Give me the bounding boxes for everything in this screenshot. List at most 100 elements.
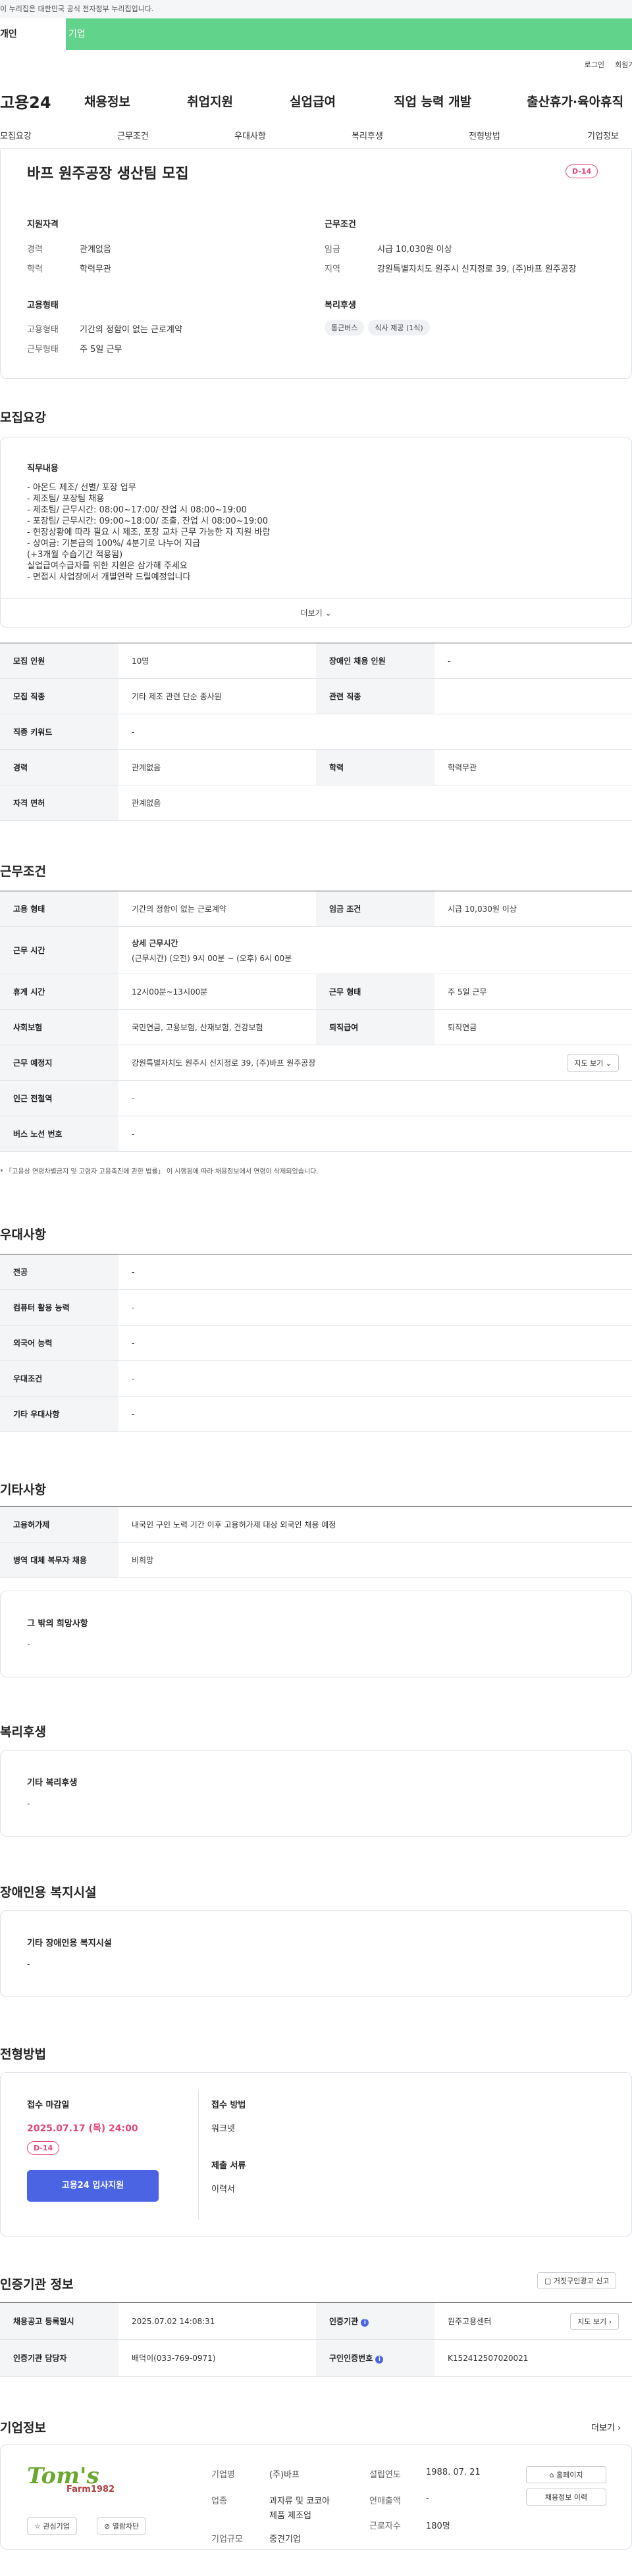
est-value: 1988. 07. 21 [426, 2467, 481, 2477]
report-button[interactable]: ▢ 거짓구인광고 신고 [537, 2272, 617, 2289]
join-link[interactable]: 회원가입 [615, 59, 632, 70]
workplace-value: 강원특별자치도 원주시 신지정로 39, (주)바프 원주공장 [132, 1058, 316, 1068]
subway-label: 인근 전철역 [0, 1080, 118, 1116]
employees-value: 180명 [426, 2521, 450, 2531]
docs-value: 이력서 [211, 2185, 235, 2194]
info-icon[interactable]: i [361, 2319, 369, 2327]
tab-business-label: 기업 [68, 29, 86, 39]
sales-label: 연매출액 [369, 2496, 401, 2506]
military-value: 비희망 [118, 1542, 632, 1578]
site-logo[interactable]: 고용24 [0, 89, 84, 112]
method-label: 접수 방법 [211, 2100, 246, 2110]
pref-other-label: 기타 우대사항 [0, 1396, 118, 1432]
history-button[interactable]: 채용정보 이력 [526, 2489, 606, 2506]
tab-personal[interactable]: 개인 [0, 18, 66, 50]
workform-label-2: 근무 형태 [316, 974, 434, 1010]
method-value: 워크넷 [211, 2124, 235, 2134]
dday-badge: D-14 [566, 164, 598, 178]
region-label: 지역 [325, 264, 340, 274]
employees-label: 근로자수 [369, 2521, 401, 2531]
more-button[interactable]: 더보기 ⌄ [1, 598, 631, 627]
block-view-label: 열람차단 [112, 2522, 140, 2531]
nav-employment-support[interactable]: 취업지원 [187, 92, 233, 110]
nav-parental-leave[interactable]: 출산휴가·육아휴직 [527, 92, 623, 110]
fav-company-button[interactable]: ☆ 관심기업 [27, 2517, 77, 2535]
homepage-button[interactable]: ⌂ 홈페이지 [526, 2466, 606, 2483]
agency-table: 채용공고 등록일시 2025.07.02 14:08:31 인증기관 i 원주고용센터… [0, 2302, 632, 2377]
job-desc-line: - 현장상황에 따라 필요 시 제조, 포장 교차 근무 가능한 자 지원 바람 [27, 528, 271, 537]
emptype-value: 기간의 정함이 없는 근로계약 [80, 325, 182, 335]
job-desc-title: 직무내용 [27, 464, 59, 474]
agency-map-button[interactable]: 지도 보기 › [570, 2313, 619, 2330]
job-desc-line: - 아몬드 제조/ 선별/ 포장 업무 [27, 483, 136, 493]
disabled-facility-heading: 장애인용 복지시설 [0, 1885, 97, 1900]
info-icon[interactable]: i [375, 2356, 384, 2364]
utility-links: 로그인 회원가입 [0, 50, 632, 79]
pref-other-value: - [118, 1396, 632, 1432]
org-value: 원주고용센터 [448, 2317, 492, 2326]
emptype-value-2: 기간의 정함이 없는 근로계약 [118, 891, 316, 927]
login-link[interactable]: 로그인 [585, 59, 604, 70]
org-label-text: 인증기관 [329, 2317, 359, 2326]
hours-detail-value: (근무시간) (오전) 9시 00분 ~ (오후) 6시 00분 [132, 953, 292, 963]
retirement-label: 퇴직급여 [316, 1009, 434, 1045]
company-more-link[interactable]: 더보기 › [591, 2421, 621, 2433]
cert-num-label: 구인인증번호 i [316, 2339, 434, 2377]
wage-label: 임금 [325, 245, 340, 255]
military-label: 병역 대체 복무자 채용 [0, 1542, 118, 1578]
tab-business[interactable]: 기업 [66, 18, 632, 50]
emp-title: 고용형태 [27, 301, 59, 310]
subway-value: - [118, 1080, 632, 1116]
job-desc-line: (+3개월 수습기간 적용됨) [27, 550, 123, 560]
map-button[interactable]: 지도 보기 ⌄ [567, 1054, 619, 1072]
edu-label-2: 학력 [316, 749, 434, 785]
snav-company[interactable]: 기업정보 [587, 129, 619, 141]
computer-label: 컴퓨터 활용 능력 [0, 1289, 118, 1325]
language-label: 외국어 능력 [0, 1325, 118, 1361]
snav-process[interactable]: 전형방법 [469, 129, 500, 141]
chevron-right-icon: › [608, 2317, 612, 2326]
section-nav: 모집요강 근무조건 우대사항 복리후생 전형방법 기업정보 [0, 122, 632, 149]
rest-value: 12시00분~13시00분 [118, 974, 316, 1010]
welfare-heading: 복리후생 [0, 1725, 46, 1739]
job-desc-line: - 제조팀/ 포장팀 채용 [27, 494, 105, 504]
docs-label: 제출 서류 [211, 2161, 246, 2171]
keyword-label: 직종 키워드 [0, 714, 118, 750]
cond-title: 근무조건 [325, 220, 356, 230]
company-logo: Tom's Farm1982 [27, 2464, 159, 2503]
nav-jobs[interactable]: 채용정보 [84, 92, 130, 110]
nav-skills-development[interactable]: 직업 능력 개발 [394, 92, 471, 110]
snav-preferences[interactable]: 우대사항 [234, 129, 266, 141]
rest-label: 휴게 시간 [0, 974, 118, 1010]
global-nav: 고용24 채용정보 취업지원 실업급여 직업 능력 개발 출산휴가·육아휴직 [0, 79, 632, 122]
welfare-other-value: - [27, 1799, 30, 1809]
recruit-table: 모집 인원 10명 장애인 채용 인원 - 모집 직종 기타 제조 관련 단순 종사원 관… [0, 643, 632, 821]
disabled-facility-value: - [27, 1960, 30, 1969]
process-dday-badge: D-14 [27, 2141, 60, 2155]
gov-notice-text: 이 누리집은 대한민국 공식 전자정부 누리집입니다. [0, 5, 154, 13]
other-wishes-title: 그 밖의 희망사항 [27, 1619, 88, 1629]
emptype-label-2: 고용 형태 [0, 891, 118, 927]
nav-unemployment-benefit[interactable]: 실업급여 [290, 92, 336, 110]
snav-welfare[interactable]: 복리후생 [352, 129, 383, 141]
emptype-label: 고용형태 [27, 325, 59, 335]
industry-label: 업종 [211, 2496, 227, 2506]
chip-meal: 식사 제공 (1식) [368, 320, 430, 335]
disabled-label: 장애인 채용 인원 [316, 643, 434, 679]
chevron-down-icon: ⌄ [605, 1059, 612, 1068]
block-view-button[interactable]: ⊘ 열람차단 [97, 2517, 147, 2535]
job-desc-line: 실업급여수급자를 위한 지원은 삼가해 주세요 [27, 561, 188, 571]
career-label-2: 경력 [0, 749, 118, 785]
deadline-label: 접수 마감일 [27, 2100, 70, 2110]
company-name-value: (주)바프 [269, 2470, 300, 2480]
disabled-facility-card: 기타 장애인용 복지시설 - [0, 1910, 632, 1997]
snav-conditions[interactable]: 근무조건 [117, 129, 149, 141]
est-label: 설립연도 [369, 2470, 401, 2480]
qual-title: 지원자격 [27, 220, 59, 230]
company-size-value: 중견기업 [269, 2535, 301, 2544]
keyword-value: - [118, 714, 632, 750]
industry-value-2: 제품 제조업 [269, 2511, 311, 2521]
apply-button[interactable]: 고용24 입사지원 [27, 2170, 159, 2202]
block-icon: ⊘ [104, 2522, 111, 2531]
snav-recruit[interactable]: 모집요강 [0, 129, 32, 141]
